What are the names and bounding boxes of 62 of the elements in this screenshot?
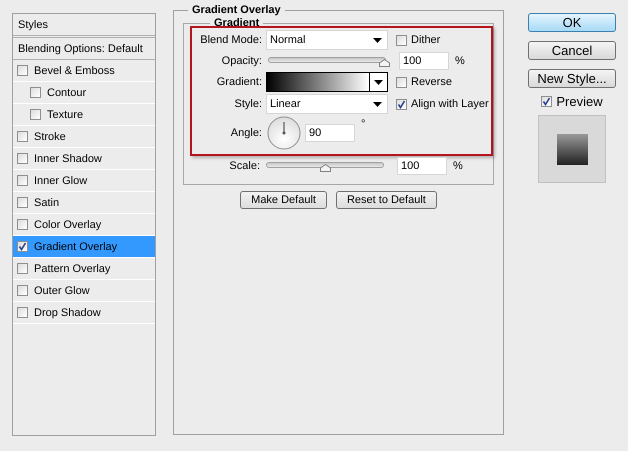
dropdown-arrow-icon xyxy=(373,102,382,106)
checkbox[interactable] xyxy=(17,219,28,230)
field-label: Style: xyxy=(233,98,262,110)
style-dropdown[interactable]: Linear xyxy=(266,94,388,114)
unit-label: ° xyxy=(361,118,366,130)
style-list-item[interactable]: Outer Glow xyxy=(13,280,155,302)
checkbox[interactable] xyxy=(17,131,28,142)
gradient-picker[interactable] xyxy=(266,72,388,92)
field-label: Blend Mode: xyxy=(199,34,262,46)
checkbox-label: Reverse xyxy=(411,76,452,88)
style-list-item[interactable]: Pattern Overlay xyxy=(13,258,155,280)
dialog-button[interactable]: New Style... xyxy=(528,69,616,88)
dropdown-arrow-icon xyxy=(373,38,382,42)
checkbox[interactable] xyxy=(30,87,41,98)
dialog-button[interactable]: Cancel xyxy=(528,41,616,60)
checkbox[interactable] xyxy=(396,34,407,46)
section-title: Gradient Overlay xyxy=(191,4,282,16)
blend-mode-dropdown[interactable]: Normal xyxy=(266,30,388,50)
angle-field[interactable]: 90 xyxy=(305,124,355,142)
checkbox[interactable] xyxy=(17,263,28,274)
checkbox[interactable] xyxy=(17,285,28,296)
checkbox[interactable] xyxy=(541,96,552,107)
checkbox-label: Align with Layer xyxy=(411,98,489,110)
checkbox[interactable] xyxy=(17,175,28,186)
field-label: Gradient: xyxy=(216,76,262,88)
checkbox[interactable] xyxy=(17,197,28,208)
checkbox[interactable] xyxy=(17,65,28,76)
style-list-item[interactable]: Satin xyxy=(13,192,155,214)
style-list-item[interactable]: Contour xyxy=(13,82,155,104)
opacity-field[interactable]: 100 xyxy=(399,52,449,70)
angle-dial[interactable] xyxy=(267,116,301,150)
style-list-item[interactable]: Stroke xyxy=(13,126,155,148)
slider[interactable] xyxy=(264,159,386,173)
style-list-item[interactable]: Inner Shadow xyxy=(13,148,155,170)
unit-label: % xyxy=(455,55,465,67)
checkbox[interactable] xyxy=(30,109,41,120)
preview-swatch xyxy=(538,115,606,183)
dialog-button[interactable]: OK xyxy=(528,13,616,32)
style-list-item[interactable]: Inner Glow xyxy=(13,170,155,192)
blending-options-item[interactable]: Blending Options: Default xyxy=(13,38,155,60)
field-label: Scale: xyxy=(228,160,260,172)
dropdown-arrow-icon[interactable] xyxy=(374,80,383,84)
scale-field[interactable]: 100 xyxy=(397,157,447,175)
checkbox[interactable] xyxy=(17,241,28,252)
slider[interactable] xyxy=(266,54,388,68)
style-list-item[interactable]: Bevel & Emboss xyxy=(13,60,155,82)
dialog-button[interactable]: Make Default xyxy=(240,191,327,209)
dialog-button[interactable]: Reset to Default xyxy=(336,191,437,209)
style-list-item[interactable]: Drop Shadow xyxy=(13,302,155,324)
style-list-item[interactable]: Gradient Overlay xyxy=(13,236,155,258)
checkbox-label: Preview xyxy=(556,94,603,109)
checkbox-label: Dither xyxy=(411,34,440,46)
checkbox[interactable] xyxy=(17,153,28,164)
style-list-item[interactable]: Texture xyxy=(13,104,155,126)
checkbox[interactable] xyxy=(17,307,28,318)
checkbox[interactable] xyxy=(396,76,407,88)
field-label: Opacity: xyxy=(220,55,262,67)
field-label: Angle: xyxy=(230,127,262,139)
panel-title: Styles xyxy=(13,14,155,38)
group-title: Gradient xyxy=(213,17,260,29)
unit-label: % xyxy=(453,160,463,172)
checkbox[interactable] xyxy=(396,98,407,110)
